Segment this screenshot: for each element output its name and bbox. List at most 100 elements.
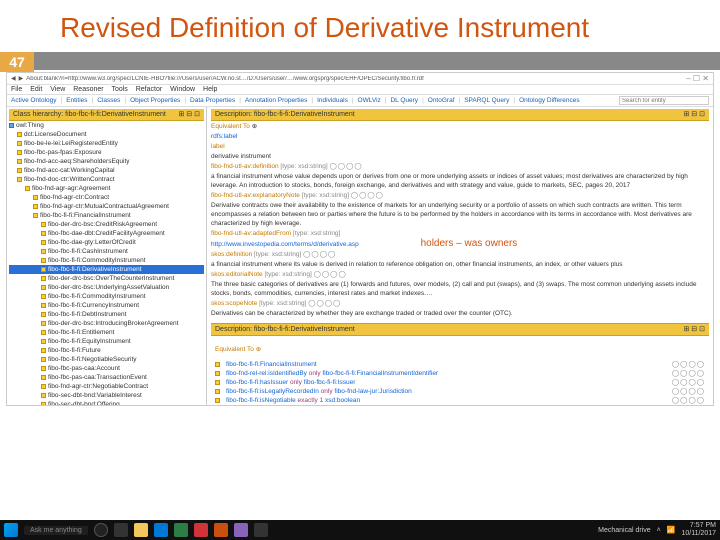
tab-sparql[interactable]: SPARQL Query <box>464 97 509 104</box>
tree-item[interactable]: fibo-fbc-fi-fi:CommodityInstrument <box>9 256 204 265</box>
menu-bar[interactable]: File Edit View Reasoner Tools Refactor W… <box>7 85 713 95</box>
tree-item[interactable]: fibo-der-drc-bsc:IntroducingBrokerAgreem… <box>9 319 204 328</box>
tree-item[interactable]: fibo-sec-dbt-bnd:VariableInterest <box>9 391 204 400</box>
app-icon-4[interactable] <box>254 523 268 537</box>
tree-item[interactable]: owl:Thing <box>9 121 204 130</box>
tree-item[interactable]: fibo-fnd-agr-ctr:NegotiableContract <box>9 382 204 391</box>
tree-item[interactable]: fibo-der-drc-bsc:CreditRiskAgreement <box>9 220 204 229</box>
tree-item[interactable]: fibo-fnd-acc-aeq:ShareholdersEquity <box>9 157 204 166</box>
tree-item[interactable]: fibo-fbc-pas-caa:Account <box>9 364 204 373</box>
tree-item[interactable]: fibo-fbc-fi-fi:Entitlement <box>9 328 204 337</box>
store-icon[interactable] <box>174 523 188 537</box>
tab-active-ontology[interactable]: Active Ontology <box>11 97 57 104</box>
tree-item[interactable]: fibo-fnd-agr-ctr:MutualContractualAgreem… <box>9 202 204 211</box>
def2-text: a financial instrument where its value i… <box>211 260 709 269</box>
app-icon-2[interactable] <box>214 523 228 537</box>
fwd-icon[interactable]: ▶ <box>19 75 24 82</box>
menu-refactor[interactable]: Refactor <box>136 86 162 93</box>
tree-item[interactable]: fibo-fbc-fi-fi:NegotiableSecurity <box>9 355 204 364</box>
tree-item[interactable]: fibo-fbc-pas-caa:TransactionEvent <box>9 373 204 382</box>
tree-item[interactable]: fibo-fbc-fi-fi:CommodityInstrument <box>9 292 204 301</box>
subclass-row[interactable]: fibo-fbc-fi-fi:isNegotiable exactly 1 xs… <box>215 396 705 405</box>
tree-item[interactable]: fibo-fbc-fi-fi:FinancialInstrument <box>9 211 204 220</box>
search-input[interactable] <box>619 96 709 105</box>
tree-header-controls[interactable]: ⊞ ⊟ ⊡ <box>179 110 201 119</box>
tree-item[interactable]: fibo-fbc-dae-dbt:CreditFacilityAgreement <box>9 229 204 238</box>
menu-edit[interactable]: Edit <box>30 86 42 93</box>
tree-item[interactable]: fibo-fbc-fi-fi:CashInstrument <box>9 247 204 256</box>
menu-window[interactable]: Window <box>170 86 195 93</box>
tree-item[interactable]: fibo-fbc-fi-fi:EquityInstrument <box>9 337 204 346</box>
tab-individuals[interactable]: Individuals <box>317 97 348 104</box>
tab-ontograf[interactable]: OntoGraf <box>428 97 455 104</box>
note-text: Derivative contracts owe their availabil… <box>211 201 709 228</box>
taskview-icon[interactable] <box>114 523 128 537</box>
subclass-row[interactable]: fibo-fnd-rel-rel:isIdentifiedBy only fib… <box>215 369 705 378</box>
menu-help[interactable]: Help <box>203 86 217 93</box>
tree-item[interactable]: fibo-be-le-lei:LeiRegisteredEntity <box>9 139 204 148</box>
adapted-value[interactable]: http://www.investopedia.com/terms/d/deri… <box>211 241 359 248</box>
start-icon[interactable] <box>4 523 18 537</box>
menu-file[interactable]: File <box>11 86 22 93</box>
tree-header: Class hierarchy: fibo-fbc-fi-fi:Derivati… <box>9 109 204 121</box>
main-header-controls[interactable]: ⊞ ⊟ ⊡ <box>684 110 706 119</box>
app-icon-1[interactable] <box>194 523 208 537</box>
edge-icon[interactable] <box>154 523 168 537</box>
tab-ontdiffs[interactable]: Ontology Differences <box>519 97 580 104</box>
taskbar-time: 7:57 PM <box>681 522 716 530</box>
menu-view[interactable]: View <box>50 86 65 93</box>
tab-anno-props[interactable]: Annotation Properties <box>245 97 308 104</box>
tab-entities[interactable]: Entities <box>66 97 87 104</box>
tree-item[interactable]: fibo-fnd-agr-agr:Agreement <box>9 184 204 193</box>
taskbar-status: Mechanical drive <box>598 527 651 534</box>
tree-body[interactable]: owl:Thingdct:LicenseDocumentfibo-be-le-l… <box>9 121 204 405</box>
tree-item[interactable]: fibo-fnd-acc-cat:WorkingCapital <box>9 166 204 175</box>
class-hierarchy-panel: Class hierarchy: fibo-fbc-fi-fi:Derivati… <box>7 107 207 405</box>
tree-item[interactable]: dct:LicenseDocument <box>9 130 204 139</box>
superclass-row[interactable]: fibo-fbc-fi-fi:FinancialInstrument◯◯◯◯ <box>215 360 705 369</box>
back-icon[interactable]: ◀ <box>11 75 16 82</box>
tab-owlviz[interactable]: OWLViz <box>358 97 381 104</box>
sub-header-label: Description: fibo-fbc-fi-fi:DerivativeIn… <box>215 325 355 334</box>
tab-object-props[interactable]: Object Properties <box>130 97 180 104</box>
def-label: fibo-fnd-utl-av:definition <box>211 163 279 170</box>
annotations-block: Equivalent To ⊕ rdfs:label label derivat… <box>211 121 709 319</box>
tree-item[interactable]: fibo-der-drc-bsc:OverTheCounterInstrumen… <box>9 274 204 283</box>
subclass-row[interactable]: fibo-fbc-fi-fi:hasIssuer only fibo-fbc-f… <box>215 378 705 387</box>
sub-header-controls[interactable]: ⊞ ⊟ ⊡ <box>684 325 706 334</box>
explorer-icon[interactable] <box>134 523 148 537</box>
note-label: fibo-fnd-utl-av:explanatoryNote <box>211 192 300 199</box>
cortana-icon[interactable] <box>94 523 108 537</box>
tree-item[interactable]: fibo-fbc-fi-fi:CurrencyInstrument <box>9 301 204 310</box>
window-controls[interactable]: – ☐ ✕ <box>686 74 709 83</box>
taskbar-search[interactable]: Ask me anything <box>24 526 88 535</box>
tab-classes[interactable]: Classes <box>97 97 120 104</box>
menu-reasoner[interactable]: Reasoner <box>73 86 103 93</box>
tree-header-label: Class hierarchy: fibo-fbc-fi-fi:Derivati… <box>13 110 166 119</box>
windows-taskbar[interactable]: Ask me anything Mechanical drive ˄ 📶 7:5… <box>0 520 720 540</box>
tree-item[interactable]: fibo-fbc-fi-fi:DerivativeInstrument <box>9 265 204 274</box>
tab-data-props[interactable]: Data Properties <box>190 97 235 104</box>
description-panel: Description: fibo-fbc-fi-fi:DerivativeIn… <box>207 107 713 405</box>
note2-text: The three basic categories of derivative… <box>211 280 709 298</box>
note3-label: skos:scopeNote <box>211 300 257 307</box>
tree-item[interactable]: fibo-der-drc-bsc:UnderlyingAssetValuatio… <box>9 283 204 292</box>
rdfs-label-link[interactable]: rdfs:label <box>211 133 237 140</box>
tree-item[interactable]: fibo-sec-dbt-bnd:Offering <box>9 400 204 405</box>
tray-wifi-icon[interactable]: 📶 <box>667 526 676 534</box>
tree-item[interactable]: fibo-fbc-fi-fi:Future <box>9 346 204 355</box>
address-bar: ◀ ▶ About:blank?ri=http://www.w3.org/spe… <box>7 73 713 85</box>
tree-item[interactable]: fibo-fnd-agr-ctr:Contract <box>9 193 204 202</box>
tree-item[interactable]: fibo-fnd-doc-ctr:WrittenContract <box>9 175 204 184</box>
app-icon-3[interactable] <box>234 523 248 537</box>
tree-item[interactable]: fibo-fbc-dae-gty:LetterOfCredit <box>9 238 204 247</box>
taskbar-date: 10/11/2017 <box>681 530 716 538</box>
tray-up-icon[interactable]: ˄ <box>657 527 661 534</box>
tree-item[interactable]: fibo-fbc-pas-fpas:Exposure <box>9 148 204 157</box>
tab-dlquery[interactable]: DL Query <box>390 97 418 104</box>
subclass-block: Equivalent To ⊕ fibo-fbc-fi-fi:Financial… <box>211 336 709 405</box>
tree-item[interactable]: fibo-fbc-fi-fi:DebtInstrument <box>9 310 204 319</box>
slide-title: Revised Definition of Derivative Instrum… <box>0 0 720 52</box>
subclass-row[interactable]: fibo-fbc-fi-fi:isLegallyRecordedIn only … <box>215 387 705 396</box>
menu-tools[interactable]: Tools <box>111 86 127 93</box>
